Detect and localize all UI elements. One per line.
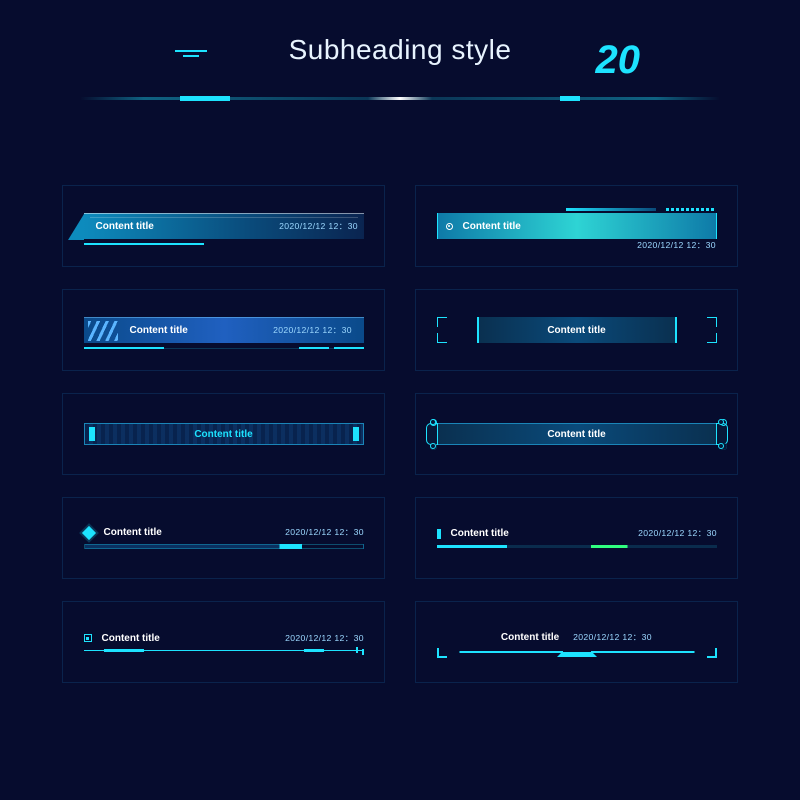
- timestamp: 2020/12/12 12：30: [637, 240, 716, 251]
- content-title: Content title: [96, 221, 154, 232]
- filter-icon: [175, 50, 207, 64]
- divider-tick: [180, 96, 230, 101]
- style-card-6: Content title: [415, 393, 738, 475]
- timestamp: 2020/12/12 12：30: [279, 221, 358, 232]
- count-badge: 20: [596, 38, 641, 83]
- radio-dot-icon: [446, 223, 453, 230]
- subheading-style-8: Content title 2020/12/12 12：30: [437, 528, 717, 548]
- timestamp: 2020/12/12 12：30: [285, 527, 364, 538]
- square-dot-icon: [84, 634, 92, 642]
- timestamp: 2020/12/12 12：30: [273, 325, 352, 336]
- subheading-style-5: Content title: [84, 423, 364, 445]
- diamond-icon: [81, 525, 95, 539]
- style-grid: Content title 2020/12/12 12：30 Content t…: [0, 100, 800, 683]
- subheading-style-6: Content title: [437, 423, 717, 445]
- style-card-4: Content title: [415, 289, 738, 371]
- timestamp: 2020/12/12 12：30: [638, 528, 717, 539]
- style-card-3: Content title 2020/12/12 12：30: [62, 289, 385, 371]
- style-card-2: Content title 2020/12/12 12：30: [415, 185, 738, 267]
- header-divider: [80, 97, 720, 100]
- content-title: Content title: [547, 429, 605, 440]
- subheading-style-1: Content title 2020/12/12 12：30: [84, 213, 364, 239]
- page-title: Subheading style: [289, 34, 512, 66]
- subheading-style-9: Content title 2020/12/12 12：30: [84, 633, 364, 652]
- style-card-9: Content title 2020/12/12 12：30: [62, 601, 385, 683]
- subheading-style-7: Content title 2020/12/12 12：30: [84, 527, 364, 549]
- content-title: Content title: [130, 325, 188, 336]
- content-title: Content title: [451, 528, 509, 539]
- content-title: Content title: [547, 325, 605, 336]
- page-header: Subheading style 20: [0, 0, 800, 100]
- subheading-style-4: Content title: [437, 317, 717, 343]
- subheading-style-2: Content title 2020/12/12 12：30: [437, 213, 717, 239]
- style-card-7: Content title 2020/12/12 12：30: [62, 497, 385, 579]
- tick-icon: [437, 529, 441, 539]
- content-title: Content title: [194, 429, 252, 440]
- style-card-8: Content title 2020/12/12 12：30: [415, 497, 738, 579]
- subheading-style-10: Content title 2020/12/12 12：30: [437, 632, 717, 653]
- style-card-5: Content title: [62, 393, 385, 475]
- timestamp: 2020/12/12 12：30: [285, 633, 364, 644]
- content-title: Content title: [104, 527, 162, 538]
- divider-tick: [560, 96, 580, 101]
- subheading-style-3: Content title 2020/12/12 12：30: [84, 317, 364, 343]
- style-card-10: Content title 2020/12/12 12：30: [415, 601, 738, 683]
- stripes-icon: [88, 321, 118, 341]
- style-card-1: Content title 2020/12/12 12：30: [62, 185, 385, 267]
- content-title: Content title: [102, 633, 160, 644]
- content-title: Content title: [501, 632, 559, 643]
- timestamp: 2020/12/12 12：30: [573, 632, 652, 643]
- content-title: Content title: [463, 221, 521, 232]
